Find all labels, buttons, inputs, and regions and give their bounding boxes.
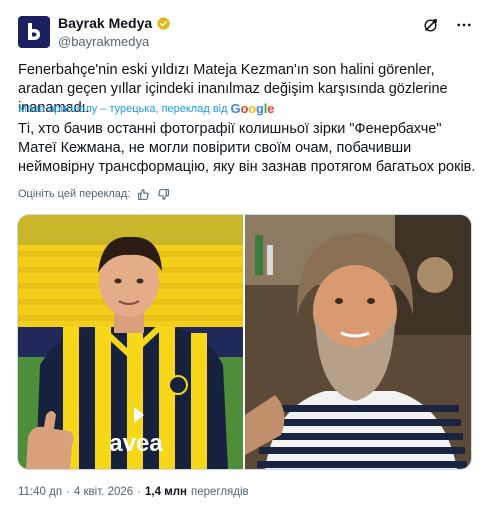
tweet-time[interactable]: 11:40 дп: [18, 486, 62, 498]
views-count: 1,4 млн: [145, 486, 187, 498]
translation-meta-text[interactable]: Мова оригіналу – турецька, переклад від: [18, 103, 228, 115]
rate-translation-label: Оцініть цей переклад:: [18, 188, 131, 200]
avatar[interactable]: [18, 16, 50, 48]
account-name-row[interactable]: Bayrak Medya: [58, 15, 171, 31]
jersey-sponsor-text: avea: [109, 430, 163, 457]
tweet-actions-top: [420, 15, 474, 35]
rate-translation: Оцініть цей переклад:: [18, 187, 170, 201]
meta-separator: ·: [66, 486, 70, 498]
verified-badge-icon: [156, 16, 171, 30]
photo-player-now[interactable]: [245, 215, 471, 469]
meta-separator: ·: [137, 486, 142, 498]
views-label: переглядів: [190, 486, 249, 498]
thumb-down-icon[interactable]: [156, 187, 170, 201]
thumb-up-icon[interactable]: [136, 187, 150, 201]
account-name[interactable]: Bayrak Medya: [58, 15, 152, 31]
tweet-meta: 11:40 дп · 4 квіт. 2026 · 1,4 млн перегл…: [18, 486, 249, 498]
tweet-translated-text: Ті, хто бачив останні фотографії колишнь…: [18, 121, 476, 175]
tweet-date[interactable]: 4 квіт. 2026: [74, 486, 133, 498]
google-logo: Google: [230, 101, 275, 116]
tweet-card: Bayrak Medya @bayrakmedya Fenerbahçe'nin…: [0, 0, 494, 517]
tweet-media: avea: [17, 214, 472, 470]
more-icon[interactable]: [454, 15, 474, 35]
avatar-logo-icon: [28, 23, 40, 40]
grok-icon[interactable]: [420, 15, 440, 35]
photo-player-young[interactable]: avea: [18, 215, 243, 469]
account-handle[interactable]: @bayrakmedya: [58, 34, 149, 49]
translation-attribution[interactable]: Мова оригіналу – турецька, переклад від …: [18, 101, 274, 116]
